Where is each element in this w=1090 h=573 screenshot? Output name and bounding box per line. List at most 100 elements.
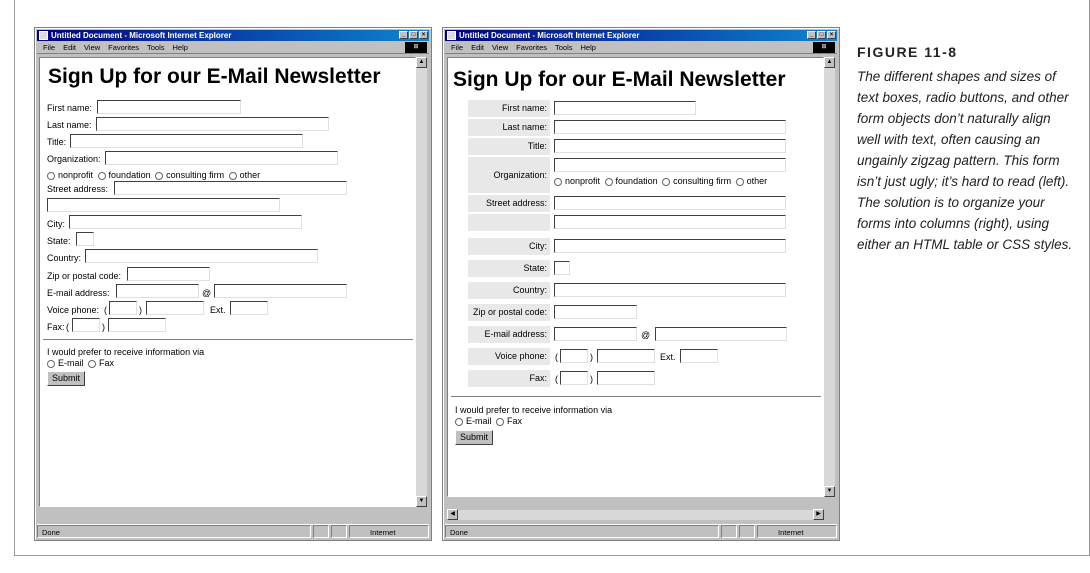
email-domain-input[interactable] (655, 327, 787, 341)
zone-text: Internet (757, 525, 837, 538)
maximize-button[interactable]: □ (409, 31, 418, 39)
radio-fax[interactable] (496, 417, 505, 426)
status-text: Done (37, 525, 311, 538)
first-name-input[interactable] (554, 101, 696, 115)
window-title: Untitled Document - Microsoft Internet E… (459, 31, 640, 40)
ie-icon (39, 31, 48, 40)
email-domain-input[interactable] (214, 284, 347, 298)
voice-ext-input[interactable] (230, 301, 268, 315)
menu-help[interactable]: Help (581, 42, 596, 53)
menu-favorites[interactable]: Favorites (108, 42, 139, 53)
paren-close: ) (590, 352, 593, 362)
title-bar[interactable]: Untitled Document - Microsoft Internet E… (37, 30, 429, 41)
last-name-input[interactable] (96, 117, 329, 131)
paren-close: ) (102, 322, 105, 332)
zip-input[interactable] (554, 305, 637, 319)
voice-number-input[interactable] (146, 301, 204, 315)
street-input-1[interactable] (114, 181, 347, 195)
radio-other[interactable] (735, 177, 744, 186)
paren-open: ( (555, 352, 558, 362)
menu-file[interactable]: File (451, 42, 463, 53)
organization-input[interactable] (554, 158, 786, 172)
radio-email[interactable] (47, 359, 55, 368)
menu-tools[interactable]: Tools (147, 42, 165, 53)
state-input[interactable] (76, 232, 94, 246)
title-input[interactable] (70, 134, 303, 148)
close-button[interactable]: × (419, 31, 428, 39)
country-label: Country: (468, 282, 550, 299)
radio-fax[interactable] (88, 359, 97, 368)
scroll-up-icon[interactable]: ▲ (416, 57, 427, 68)
country-input[interactable] (554, 283, 786, 297)
vertical-scrollbar[interactable]: ▲ ▼ (824, 57, 835, 497)
street-input-2[interactable] (554, 215, 786, 229)
street-input-1[interactable] (554, 196, 786, 210)
divider (43, 339, 413, 341)
country-input[interactable] (85, 249, 318, 263)
radio-label: consulting firm (166, 170, 225, 180)
voice-area-input[interactable] (560, 349, 588, 363)
radio-nonprofit[interactable] (47, 171, 55, 180)
last-name-input[interactable] (554, 120, 786, 134)
scroll-right-icon[interactable]: ▶ (813, 509, 824, 520)
scroll-up-icon[interactable]: ▲ (824, 57, 835, 68)
menu-view[interactable]: View (492, 42, 508, 53)
radio-consulting[interactable] (662, 177, 671, 186)
city-input[interactable] (69, 215, 302, 229)
city-input[interactable] (554, 239, 786, 253)
windows-logo-icon: ⊞ (813, 42, 835, 53)
city-label: City: (468, 238, 550, 255)
maximize-button[interactable]: □ (817, 31, 826, 39)
radio-email[interactable] (455, 417, 463, 426)
voice-label: Voice phone: (468, 348, 550, 365)
organization-label: Organization: (47, 154, 101, 164)
menu-edit[interactable]: Edit (471, 42, 484, 53)
radio-foundation[interactable] (604, 177, 613, 186)
menu-view[interactable]: View (84, 42, 100, 53)
minimize-button[interactable]: _ (807, 31, 816, 39)
title-bar[interactable]: Untitled Document - Microsoft Internet E… (445, 30, 837, 41)
country-label: Country: (47, 253, 82, 263)
fax-area-input[interactable] (72, 318, 100, 332)
fax-label: Fax: (47, 322, 65, 332)
radio-other[interactable] (228, 171, 237, 180)
menu-file[interactable]: File (43, 42, 55, 53)
scroll-down-icon[interactable]: ▼ (824, 486, 835, 497)
paren-open: ( (104, 305, 107, 315)
menu-help[interactable]: Help (173, 42, 188, 53)
radio-foundation[interactable] (97, 171, 106, 180)
radio-label: foundation (615, 176, 658, 186)
fax-area-input[interactable] (560, 371, 588, 385)
menu-tools[interactable]: Tools (555, 42, 573, 53)
radio-nonprofit[interactable] (554, 177, 562, 186)
minimize-button[interactable]: _ (399, 31, 408, 39)
first-name-input[interactable] (97, 100, 241, 114)
email-user-input[interactable] (116, 284, 199, 298)
zip-label: Zip or postal code: (468, 304, 550, 321)
submit-button[interactable]: Submit (455, 430, 494, 445)
vertical-scrollbar[interactable]: ▲ ▼ (416, 57, 427, 507)
fax-number-input[interactable] (108, 318, 166, 332)
title-input[interactable] (554, 139, 786, 153)
scroll-left-icon[interactable]: ◀ (447, 509, 458, 520)
organization-input[interactable] (105, 151, 338, 165)
status-panel (331, 525, 347, 538)
email-user-input[interactable] (554, 327, 637, 341)
street-input-2[interactable] (47, 198, 280, 212)
horizontal-scrollbar[interactable]: ◀ ▶ (447, 509, 824, 520)
menu-edit[interactable]: Edit (63, 42, 76, 53)
status-panel (313, 525, 329, 538)
page-content: Sign Up for our E-Mail Newsletter First … (447, 57, 824, 497)
radio-consulting[interactable] (155, 171, 164, 180)
fax-number-input[interactable] (597, 371, 655, 385)
menu-bar: File Edit View Favorites Tools Help (37, 42, 429, 54)
state-input[interactable] (554, 261, 570, 275)
voice-area-input[interactable] (109, 301, 137, 315)
scroll-down-icon[interactable]: ▼ (416, 496, 427, 507)
voice-ext-input[interactable] (680, 349, 718, 363)
zip-input[interactable] (127, 267, 210, 281)
menu-favorites[interactable]: Favorites (516, 42, 547, 53)
voice-number-input[interactable] (597, 349, 655, 363)
close-button[interactable]: × (827, 31, 836, 39)
submit-button[interactable]: Submit (47, 371, 86, 386)
